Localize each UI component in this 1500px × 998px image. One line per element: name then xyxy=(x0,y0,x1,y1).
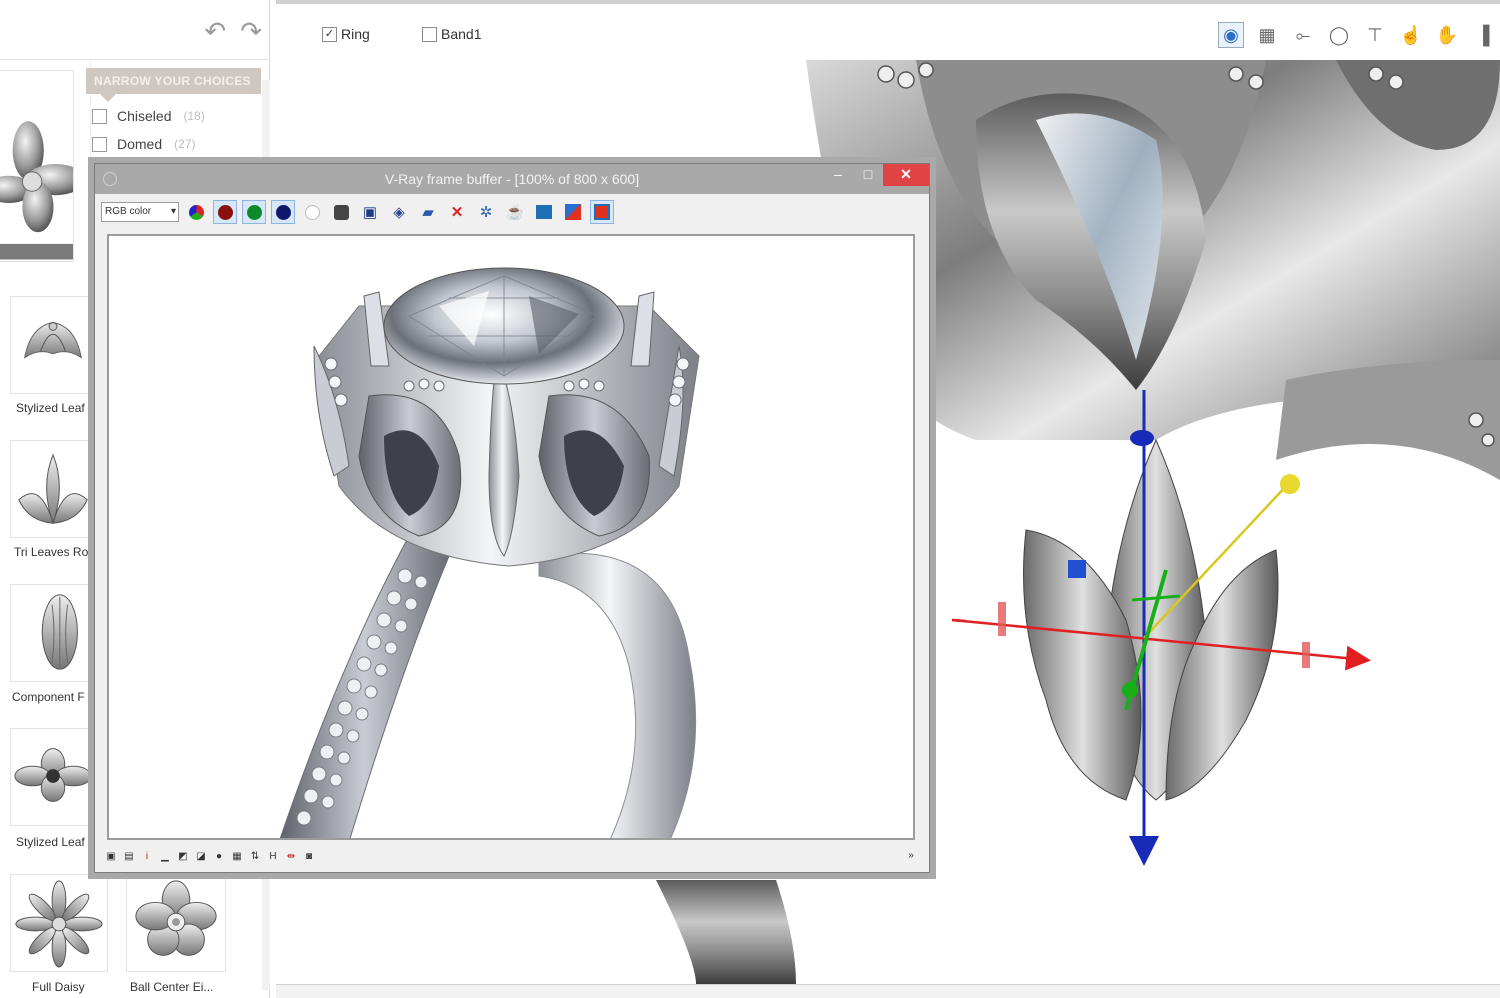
library-item[interactable] xyxy=(126,874,226,972)
stylized-leaf-flower-icon xyxy=(14,748,92,802)
mono-icon[interactable] xyxy=(329,200,353,224)
pixel-aspect-icon[interactable]: ⇹ xyxy=(285,851,297,863)
load-icon[interactable]: ▰ xyxy=(416,200,440,224)
minimize-button[interactable]: – xyxy=(823,164,853,186)
library-item-label: Full Daisy xyxy=(32,980,85,994)
library-item[interactable] xyxy=(10,296,96,394)
rotate-icon[interactable]: ◯ xyxy=(1326,22,1352,48)
tab-label: Band1 xyxy=(441,26,482,42)
maximize-button[interactable]: □ xyxy=(853,164,883,186)
library-item[interactable] xyxy=(10,874,108,972)
library-item-label: Stylized Leaf xyxy=(16,835,85,849)
scale-icon[interactable]: ⊤ xyxy=(1362,22,1388,48)
filter-checkbox[interactable] xyxy=(92,108,107,124)
stamp-icon[interactable] xyxy=(532,200,556,224)
library-top-strip: ↶ ↷ xyxy=(0,0,270,60)
filter-checkbox[interactable] xyxy=(92,136,107,152)
lut-icon[interactable]: ● xyxy=(213,851,225,863)
filter-header: NARROW YOUR CHOICES xyxy=(86,68,261,102)
filter-count: (27) xyxy=(174,137,196,151)
compare-icon[interactable]: H xyxy=(267,851,279,863)
move-icon[interactable]: ⟜ xyxy=(1290,22,1316,48)
rgb-channels-icon[interactable] xyxy=(184,200,208,224)
lock-icon[interactable]: ◙ xyxy=(303,851,315,863)
filter-label: Domed xyxy=(117,136,163,152)
save-icon[interactable]: ▣ xyxy=(358,200,382,224)
green-channel-icon[interactable] xyxy=(242,200,266,224)
vfb-title-bar[interactable]: V-Ray frame buffer - [100% of 800 x 600]… xyxy=(95,164,929,194)
library-item-partial[interactable] xyxy=(0,70,74,262)
lens-effects-icon[interactable] xyxy=(561,200,585,224)
color-clamp-icon[interactable]: ◩ xyxy=(177,851,189,863)
select-hand-icon[interactable]: ☝ xyxy=(1398,22,1424,48)
vray-frame-buffer-window[interactable]: V-Ray frame buffer - [100% of 800 x 600]… xyxy=(94,163,930,873)
tri-leaves-icon xyxy=(18,453,88,525)
full-daisy-icon xyxy=(15,880,103,968)
vfb-toolbar: RGB color ▣ ◈ ▰ ✕ ✲ ☕ xyxy=(101,200,614,224)
more-icon[interactable]: ▐ xyxy=(1470,22,1496,48)
rendered-ring-image xyxy=(279,267,700,838)
tab-label: Ring xyxy=(341,26,370,42)
ring-checkbox[interactable]: ✓ xyxy=(322,26,337,42)
render-view-icon[interactable]: ◉ xyxy=(1218,22,1244,48)
levels-icon[interactable]: ▤ xyxy=(123,851,135,863)
clear-icon[interactable]: ✕ xyxy=(445,200,469,224)
vfb-bottom-toolbar: ▣ ▤ i ▁ ◩ ◪ ● ▦ ⇅ H ⇹ ◙ » xyxy=(105,848,917,866)
library-item-label: Tri Leaves Ro xyxy=(14,545,89,559)
filter-chiseled[interactable]: Chiseled (18) xyxy=(92,108,205,124)
library-item[interactable] xyxy=(10,440,96,538)
filter-count: (18) xyxy=(183,109,205,123)
blue-channel-icon[interactable] xyxy=(271,200,295,224)
library-item[interactable] xyxy=(10,584,96,682)
save-all-icon[interactable]: ◈ xyxy=(387,200,411,224)
alpha-channel-icon[interactable] xyxy=(300,200,324,224)
vfb-title: V-Ray frame buffer - [100% of 800 x 600] xyxy=(384,171,640,187)
ocio-icon[interactable]: ▦ xyxy=(231,851,243,863)
tab-ring[interactable]: ✓ Ring xyxy=(322,26,370,42)
close-button[interactable]: ✕ xyxy=(883,164,929,186)
component-leaf-icon xyxy=(41,594,78,670)
vray-app-icon xyxy=(103,172,117,186)
filter-label: Chiseled xyxy=(117,108,172,124)
h-icon[interactable]: ⇅ xyxy=(249,851,261,863)
histogram-icon[interactable]: ▁ xyxy=(159,851,171,863)
render-icon[interactable]: ☕ xyxy=(503,200,527,224)
sRGB-icon[interactable]: ◪ xyxy=(195,851,207,863)
library-item-label: Stylized Leaf xyxy=(16,401,85,415)
region-render-icon[interactable]: ✲ xyxy=(474,200,498,224)
channel-select[interactable]: RGB color xyxy=(101,202,179,222)
render-view[interactable] xyxy=(107,234,915,840)
viewport-toolbar: ✓ Ring Band1 ◉ ▦ ⟜ ◯ ⊤ ☝ ✋ ▐ xyxy=(276,0,1500,60)
redo-icon[interactable]: ↷ xyxy=(240,18,262,44)
pan-hand-icon[interactable]: ✋ xyxy=(1434,22,1460,48)
display-correction-icon[interactable]: ▣ xyxy=(105,851,117,863)
flower-component-icon xyxy=(0,121,73,260)
filter-domed[interactable]: Domed (27) xyxy=(92,136,195,152)
layout-icon[interactable]: ▦ xyxy=(1254,22,1280,48)
tab-band1[interactable]: Band1 xyxy=(422,26,481,42)
band1-checkbox[interactable] xyxy=(422,26,437,42)
viewport-status-bar xyxy=(276,984,1500,998)
info-icon[interactable]: i xyxy=(141,851,153,863)
library-item-label: Ball Center Ei... xyxy=(130,980,214,994)
collapse-icon[interactable]: » xyxy=(905,850,917,862)
stylized-leaf-icon xyxy=(23,322,83,359)
red-channel-icon[interactable] xyxy=(213,200,237,224)
library-item[interactable] xyxy=(10,728,96,826)
ball-center-flower-icon xyxy=(135,880,217,956)
library-item-label: Component F xyxy=(12,690,85,704)
undo-icon[interactable]: ↶ xyxy=(204,18,226,44)
history-icon[interactable] xyxy=(590,200,614,224)
